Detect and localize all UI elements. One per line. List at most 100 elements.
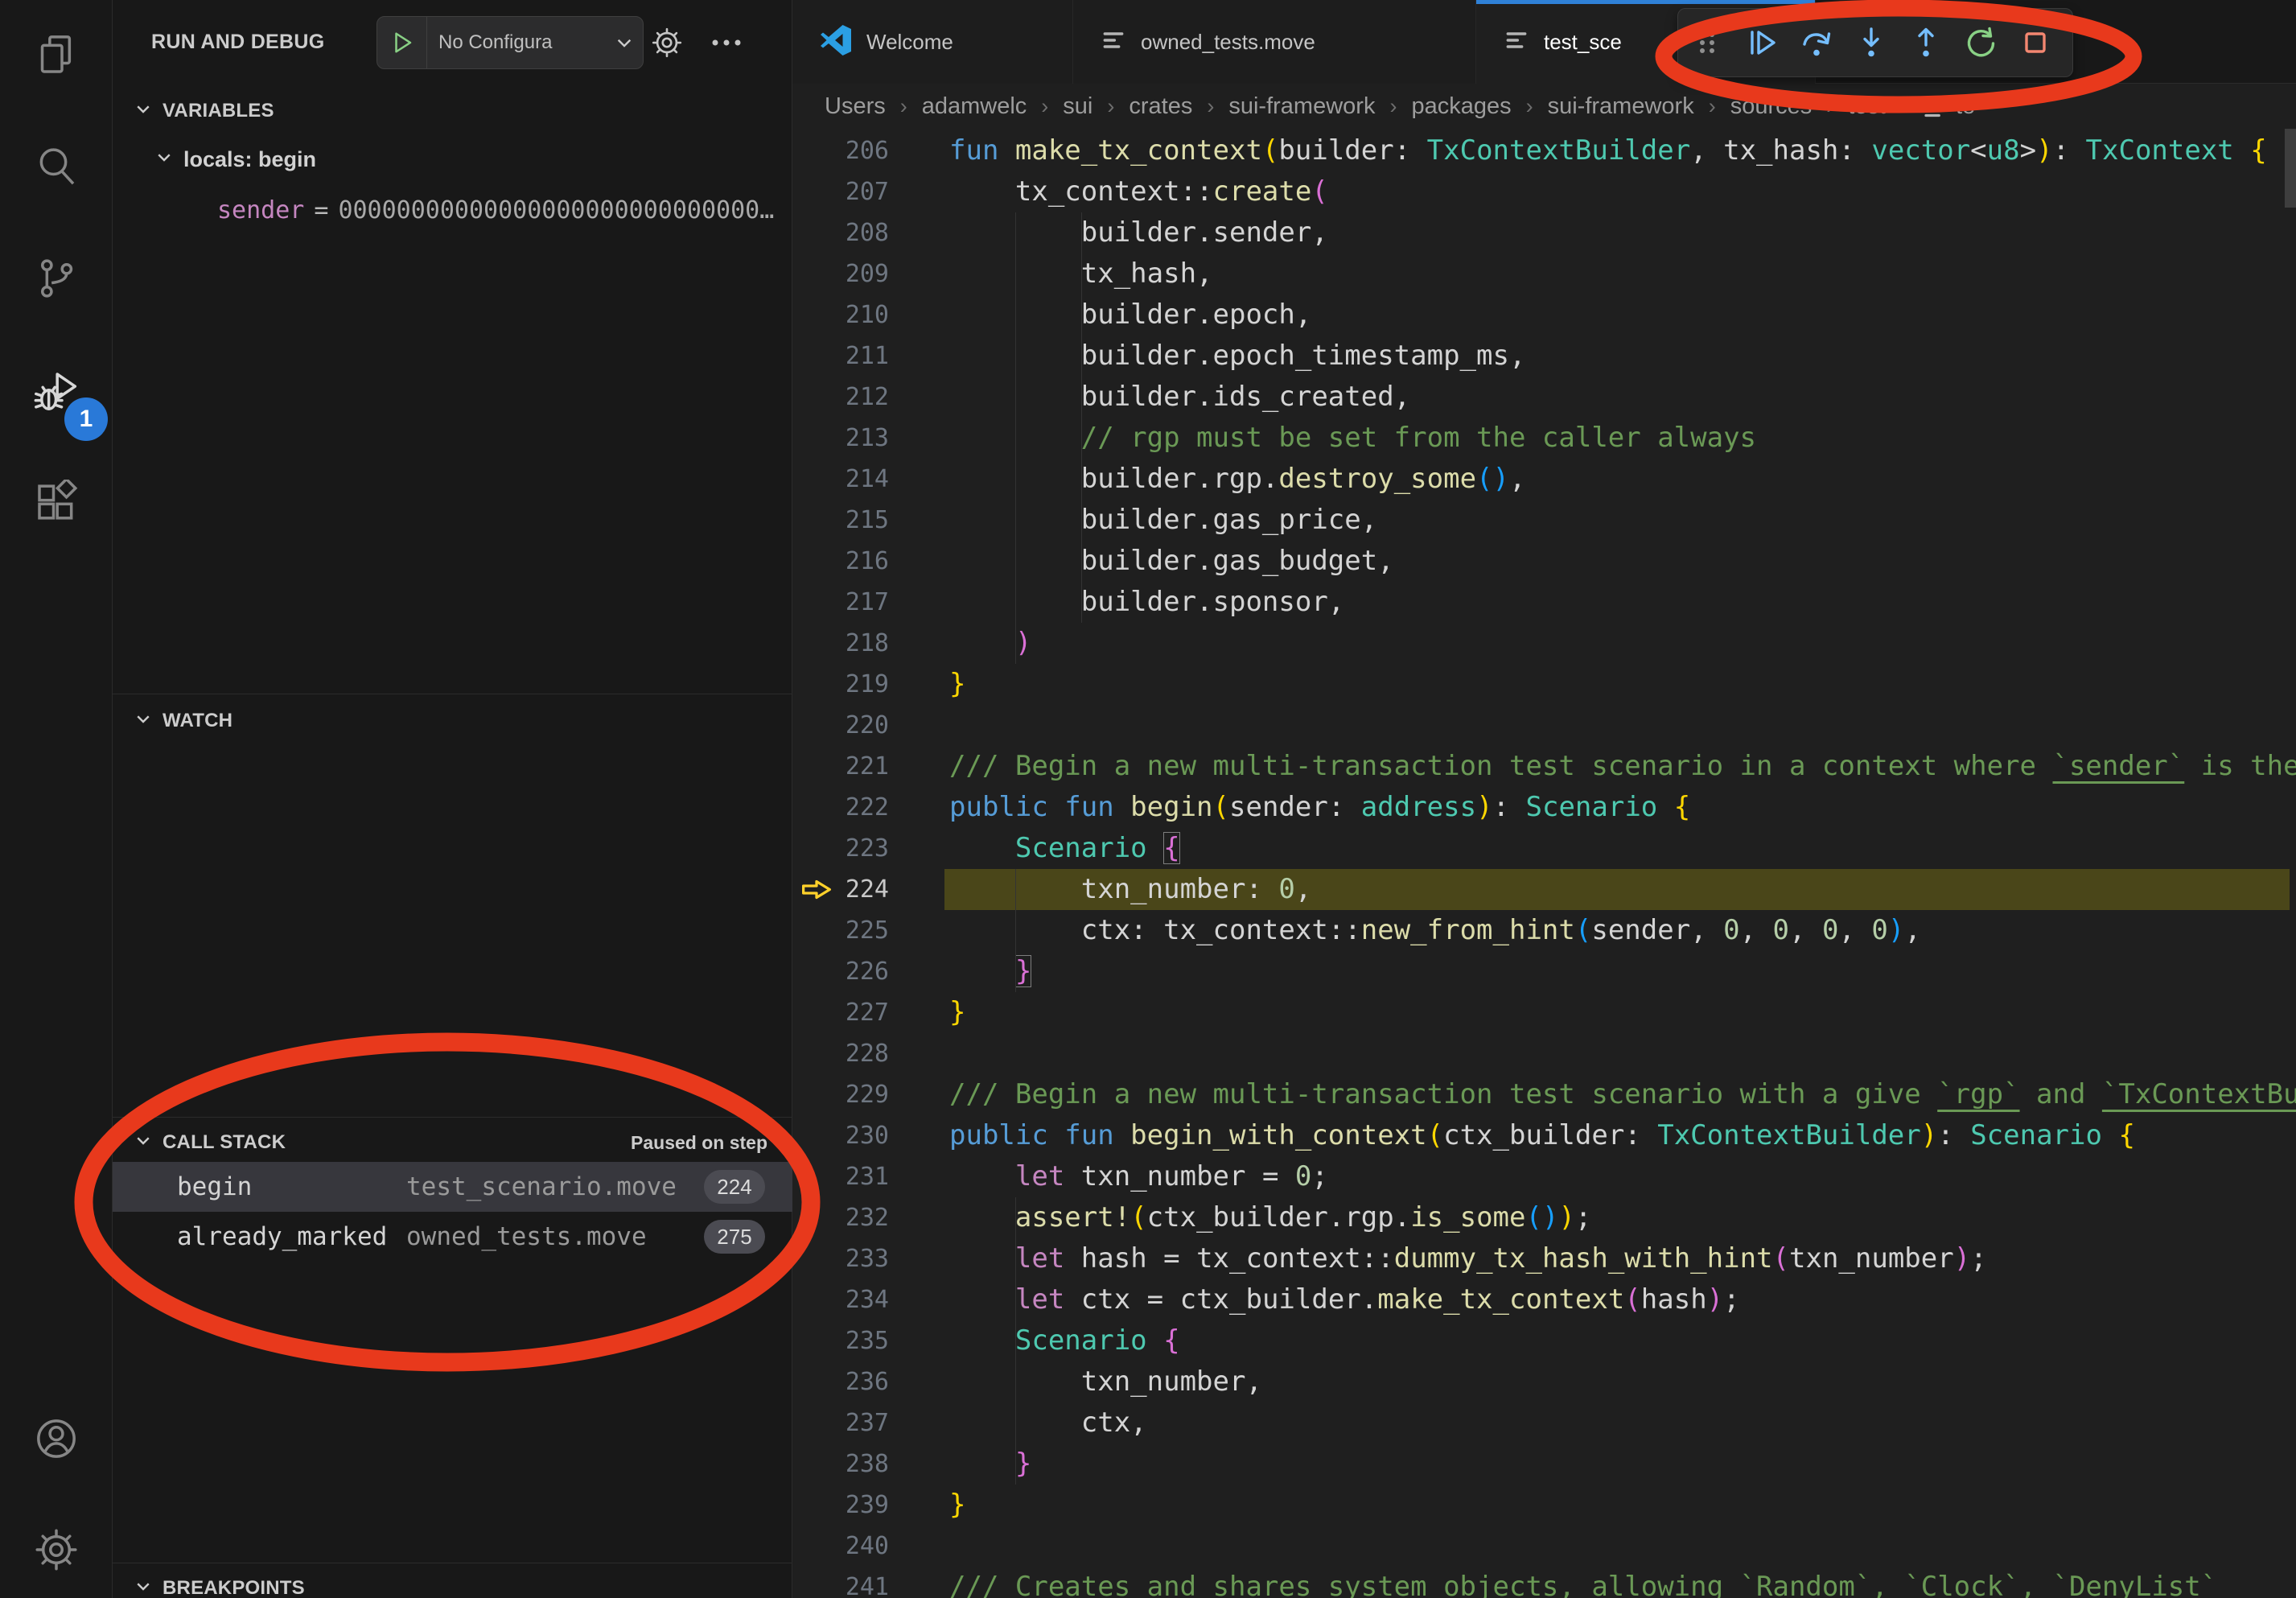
code-line-212[interactable]: 212 builder.ids_created,: [792, 377, 2296, 418]
code-line-208[interactable]: 208 builder.sender,: [792, 212, 2296, 253]
line-number[interactable]: 210: [792, 294, 889, 336]
code-line-219[interactable]: 219}: [792, 664, 2296, 705]
breakpoints-section-header[interactable]: BREAKPOINTS: [113, 1566, 792, 1598]
breadcrumb-item[interactable]: sui: [1063, 93, 1092, 120]
gear-icon[interactable]: [650, 26, 684, 64]
line-number[interactable]: 229: [792, 1074, 889, 1115]
line-number[interactable]: 209: [792, 253, 889, 294]
line-number[interactable]: 236: [792, 1361, 889, 1402]
line-number[interactable]: 240: [792, 1526, 889, 1567]
breadcrumb-item[interactable]: sui-framework: [1228, 93, 1375, 120]
line-number[interactable]: 237: [792, 1402, 889, 1444]
code-line-233[interactable]: 233 let hash = tx_context::dummy_tx_hash…: [792, 1238, 2296, 1279]
line-number[interactable]: 226: [792, 951, 889, 992]
line-number[interactable]: 208: [792, 212, 889, 253]
line-number[interactable]: 215: [792, 500, 889, 541]
line-number[interactable]: 206: [792, 130, 889, 171]
line-number[interactable]: 228: [792, 1033, 889, 1074]
line-number[interactable]: 233: [792, 1238, 889, 1279]
code-line-231[interactable]: 231 let txn_number = 0;: [792, 1156, 2296, 1197]
code-line-225[interactable]: 225 ctx: tx_context::new_from_hint(sende…: [792, 910, 2296, 951]
line-number[interactable]: 234: [792, 1279, 889, 1320]
line-number[interactable]: 238: [792, 1444, 889, 1485]
code-line-213[interactable]: 213 // rgp must be set from the caller a…: [792, 418, 2296, 459]
toolbar-drag-handle[interactable]: [1689, 25, 1725, 60]
code-line-222[interactable]: 222public fun begin(sender: address): Sc…: [792, 787, 2296, 828]
line-number[interactable]: 220: [792, 705, 889, 746]
code-line-218[interactable]: 218 ): [792, 623, 2296, 664]
code-line-228[interactable]: 228: [792, 1033, 2296, 1074]
code-line-209[interactable]: 209 tx_hash,: [792, 253, 2296, 294]
line-number[interactable]: 219: [792, 664, 889, 705]
line-number[interactable]: 221: [792, 746, 889, 787]
line-number[interactable]: 232: [792, 1197, 889, 1238]
code-line-206[interactable]: 206fun make_tx_context(builder: TxContex…: [792, 130, 2296, 171]
variables-scope-row[interactable]: locals: begin: [154, 138, 316, 180]
code-line-234[interactable]: 234 let ctx = ctx_builder.make_tx_contex…: [792, 1279, 2296, 1320]
code-line-227[interactable]: 227}: [792, 992, 2296, 1033]
code-line-210[interactable]: 210 builder.epoch,: [792, 294, 2296, 336]
line-number[interactable]: 212: [792, 377, 889, 418]
line-number[interactable]: 231: [792, 1156, 889, 1197]
line-number[interactable]: 214: [792, 459, 889, 500]
code-line-221[interactable]: 221/// Begin a new multi-transaction tes…: [792, 746, 2296, 787]
stop-button[interactable]: [2018, 25, 2053, 60]
code-line-215[interactable]: 215 builder.gas_price,: [792, 500, 2296, 541]
search-icon[interactable]: [34, 143, 79, 188]
variable-row[interactable]: sender = 00000000000000000000000000000…: [217, 189, 780, 231]
breadcrumb-item[interactable]: te: [1956, 93, 1975, 120]
settings-gear-icon[interactable]: [34, 1527, 79, 1572]
line-number[interactable]: 218: [792, 623, 889, 664]
code-line-237[interactable]: 237 ctx,: [792, 1402, 2296, 1444]
code-line-207[interactable]: 207 tx_context::create(: [792, 171, 2296, 212]
explorer-icon[interactable]: [34, 32, 79, 77]
variables-section-header[interactable]: VARIABLES: [113, 89, 792, 134]
code-line-236[interactable]: 236 txn_number,: [792, 1361, 2296, 1402]
line-number[interactable]: 216: [792, 541, 889, 582]
line-number[interactable]: 225: [792, 910, 889, 951]
code-line-240[interactable]: 240: [792, 1526, 2296, 1567]
line-number[interactable]: 217: [792, 582, 889, 623]
line-number[interactable]: 213: [792, 418, 889, 459]
restart-button[interactable]: [1963, 25, 1998, 60]
source-control-icon[interactable]: [34, 256, 79, 301]
line-number[interactable]: 227: [792, 992, 889, 1033]
code-line-241[interactable]: 241/// Creates and shares system objects…: [792, 1567, 2296, 1598]
line-number[interactable]: 241: [792, 1567, 889, 1598]
line-number[interactable]: 223: [792, 828, 889, 869]
breadcrumb-item[interactable]: sources: [1730, 93, 1813, 120]
code-line-223[interactable]: 223 Scenario {: [792, 828, 2296, 869]
tab-owned_tests.move[interactable]: owned_tests.move: [1073, 0, 1476, 84]
line-number[interactable]: 235: [792, 1320, 889, 1361]
more-actions-icon[interactable]: [710, 26, 743, 64]
code-area[interactable]: 206fun make_tx_context(builder: TxContex…: [792, 129, 2296, 1598]
call-stack-frame-begin[interactable]: begintest_scenario.move224: [113, 1162, 792, 1212]
line-number[interactable]: 239: [792, 1485, 889, 1526]
tab-Welcome[interactable]: Welcome: [792, 0, 1073, 84]
code-line-229[interactable]: 229/// Begin a new multi-transaction tes…: [792, 1074, 2296, 1115]
account-icon[interactable]: [34, 1416, 79, 1461]
breadcrumb-item[interactable]: Users: [825, 93, 886, 120]
code-line-217[interactable]: 217 builder.sponsor,: [792, 582, 2296, 623]
code-line-220[interactable]: 220: [792, 705, 2296, 746]
code-line-238[interactable]: 238 }: [792, 1444, 2296, 1485]
step-into-button[interactable]: [1854, 25, 1889, 60]
code-line-214[interactable]: 214 builder.rgp.destroy_some(),: [792, 459, 2296, 500]
line-number[interactable]: 222: [792, 787, 889, 828]
debug-config-dropdown[interactable]: No Configura: [376, 16, 644, 69]
continue-button[interactable]: [1744, 25, 1780, 60]
breadcrumb-item[interactable]: crates: [1129, 93, 1192, 120]
step-out-button[interactable]: [1908, 25, 1944, 60]
line-number[interactable]: 207: [792, 171, 889, 212]
breadcrumb-item[interactable]: test: [1848, 93, 1886, 120]
breadcrumb-item[interactable]: sui-framework: [1548, 93, 1694, 120]
code-line-224[interactable]: 224 txn_number: 0,: [792, 869, 2296, 910]
code-line-211[interactable]: 211 builder.epoch_timestamp_ms,: [792, 336, 2296, 377]
code-line-232[interactable]: 232 assert!(ctx_builder.rgp.is_some());: [792, 1197, 2296, 1238]
extensions-icon[interactable]: [34, 480, 79, 525]
line-number[interactable]: 211: [792, 336, 889, 377]
breadcrumb-item[interactable]: packages: [1411, 93, 1511, 120]
line-number[interactable]: 230: [792, 1115, 889, 1156]
watch-section-header[interactable]: WATCH: [113, 698, 792, 743]
code-line-226[interactable]: 226 }: [792, 951, 2296, 992]
